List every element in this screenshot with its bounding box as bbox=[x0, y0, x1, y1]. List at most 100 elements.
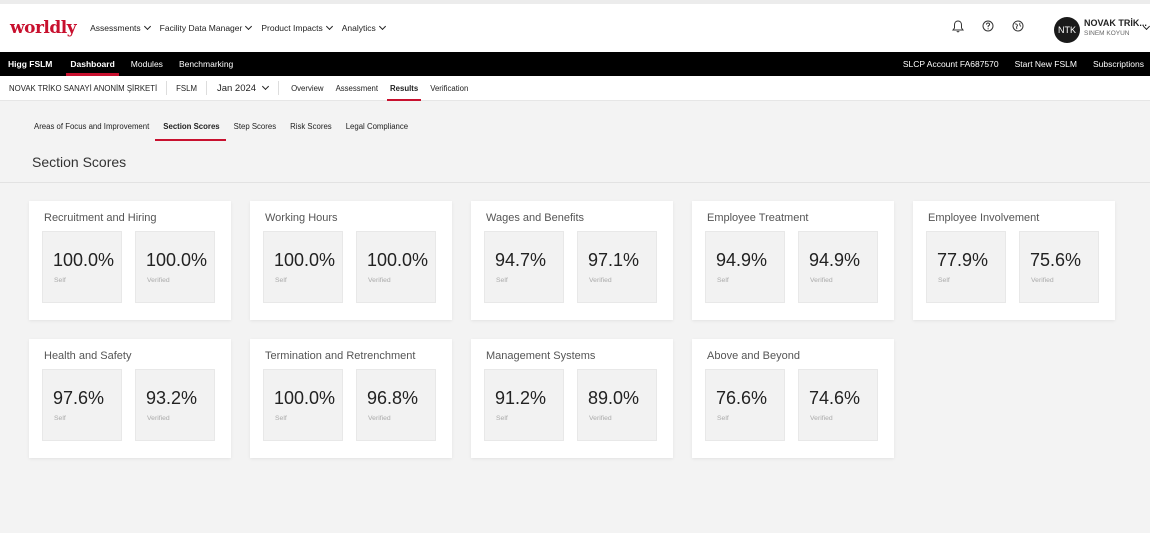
tab-risk-scores[interactable]: Risk Scores bbox=[290, 111, 332, 141]
verified-score-box: 100.0% Verified bbox=[356, 231, 436, 303]
top-header: worldly Assessments Facility Data Manage… bbox=[0, 0, 1150, 52]
worldly-logo[interactable]: worldly bbox=[10, 18, 77, 38]
nav-product-impacts[interactable]: Product Impacts bbox=[261, 22, 333, 33]
nav-analytics[interactable]: Analytics bbox=[341, 22, 386, 33]
slcp-account-link[interactable]: SLCP Account FA687570 bbox=[903, 59, 999, 69]
card-title: Working Hours bbox=[265, 212, 338, 224]
section-card-employee-treatment: Employee Treatment 94.9% Self 94.9% Verifi… bbox=[692, 201, 894, 320]
card-title: Termination and Retrenchment bbox=[265, 350, 416, 362]
verified-score-box: 75.6% Verified bbox=[1019, 231, 1099, 303]
self-score: 100.0% bbox=[274, 250, 336, 270]
self-label: Self bbox=[496, 277, 508, 284]
start-new-fslm-link[interactable]: Start New FSLM bbox=[1015, 59, 1077, 69]
tab-assessment[interactable]: Assessment bbox=[336, 76, 378, 101]
top-nav: Assessments Facility Data Manager Produc… bbox=[90, 22, 395, 33]
verified-score: 94.9% bbox=[809, 250, 861, 270]
tab-areas-of-focus[interactable]: Areas of Focus and Improvement bbox=[34, 111, 149, 141]
period-select[interactable]: Jan 2024 bbox=[207, 81, 280, 95]
self-score-box: 77.9% Self bbox=[926, 231, 1006, 303]
tab-verification[interactable]: Verification bbox=[430, 76, 468, 101]
section-card-above-beyond: Above and Beyond 76.6% Self 74.6% Verified bbox=[692, 339, 894, 458]
nav-label: Analytics bbox=[341, 23, 376, 33]
self-score: 94.7% bbox=[495, 250, 547, 270]
self-label: Self bbox=[496, 415, 508, 422]
self-label: Self bbox=[54, 415, 66, 422]
verified-score: 93.2% bbox=[146, 388, 198, 408]
card-title: Recruitment and Hiring bbox=[44, 212, 157, 224]
self-score-box: 100.0% Self bbox=[263, 231, 343, 303]
section-card-employee-involvement: Employee Involvement 77.9% Self 75.6% Veri… bbox=[913, 201, 1115, 320]
facility-tabs: Overview Assessment Results Verification bbox=[279, 76, 468, 101]
nav-assessments[interactable]: Assessments bbox=[90, 22, 151, 33]
verified-score-box: 100.0% Verified bbox=[135, 231, 215, 303]
user-menu[interactable]: NOVAK TRİK... SINEM KOYUN bbox=[1084, 18, 1147, 37]
chevron-down-icon bbox=[325, 22, 333, 31]
module-bar: Higg FSLM Dashboard Modules Benchmarking… bbox=[0, 52, 1150, 76]
divider bbox=[0, 182, 1150, 183]
nav-facility-data-manager[interactable]: Facility Data Manager bbox=[159, 22, 253, 33]
self-score-box: 100.0% Self bbox=[263, 369, 343, 441]
self-label: Self bbox=[54, 277, 66, 284]
self-score: 76.6% bbox=[716, 388, 768, 408]
globe-icon[interactable] bbox=[1010, 18, 1026, 34]
tab-step-scores[interactable]: Step Scores bbox=[234, 111, 276, 141]
self-score: 91.2% bbox=[495, 388, 547, 408]
card-title: Employee Treatment bbox=[707, 212, 809, 224]
facility-name: NOVAK TRİKO SANAYİ ANONİM ŞİRKETİ bbox=[9, 81, 168, 95]
tab-modules[interactable]: Modules bbox=[131, 52, 163, 76]
verified-score: 74.6% bbox=[809, 388, 861, 408]
bell-icon[interactable] bbox=[950, 18, 966, 34]
section-card-termination: Termination and Retrenchment 100.0% Self … bbox=[250, 339, 452, 458]
verified-label: Verified bbox=[1031, 277, 1054, 284]
verified-score: 75.6% bbox=[1030, 250, 1082, 270]
tab-benchmarking[interactable]: Benchmarking bbox=[179, 52, 233, 76]
self-label: Self bbox=[717, 415, 729, 422]
section-card-health-safety: Health and Safety 97.6% Self 93.2% Verifie… bbox=[29, 339, 231, 458]
verified-score-box: 94.9% Verified bbox=[798, 231, 878, 303]
module-bar-right: SLCP Account FA687570 Start New FSLM Sub… bbox=[887, 52, 1144, 76]
nav-label: Facility Data Manager bbox=[159, 23, 243, 33]
chevron-down-icon bbox=[245, 22, 253, 31]
self-score-box: 94.9% Self bbox=[705, 231, 785, 303]
card-title: Above and Beyond bbox=[707, 350, 800, 362]
verified-label: Verified bbox=[589, 415, 612, 422]
card-title: Health and Safety bbox=[44, 350, 132, 362]
self-score: 77.9% bbox=[937, 250, 989, 270]
tab-legal-compliance[interactable]: Legal Compliance bbox=[346, 111, 408, 141]
self-score-box: 76.6% Self bbox=[705, 369, 785, 441]
verified-score: 89.0% bbox=[588, 388, 640, 408]
chevron-down-icon bbox=[143, 22, 151, 31]
verified-label: Verified bbox=[368, 277, 391, 284]
verified-score: 100.0% bbox=[146, 250, 208, 270]
verified-score: 96.8% bbox=[367, 388, 419, 408]
verified-label: Verified bbox=[147, 415, 170, 422]
nav-label: Assessments bbox=[90, 23, 141, 33]
subscriptions-link[interactable]: Subscriptions bbox=[1093, 59, 1144, 69]
period-value: Jan 2024 bbox=[216, 82, 257, 94]
tab-dashboard[interactable]: Dashboard bbox=[66, 52, 120, 76]
card-title: Employee Involvement bbox=[928, 212, 1040, 224]
tab-results[interactable]: Results bbox=[387, 76, 422, 101]
self-score-box: 97.6% Self bbox=[42, 369, 122, 441]
user-subtitle: SINEM KOYUN bbox=[1084, 30, 1130, 37]
chevron-down-icon bbox=[262, 82, 270, 91]
user-name: NOVAK TRİK... bbox=[1084, 18, 1147, 28]
verified-score-box: 97.1% Verified bbox=[577, 231, 657, 303]
card-title: Wages and Benefits bbox=[486, 212, 585, 224]
section-card-wages: Wages and Benefits 94.7% Self 97.1% Verifi… bbox=[471, 201, 673, 320]
verified-score-box: 89.0% Verified bbox=[577, 369, 657, 441]
self-score-box: 100.0% Self bbox=[42, 231, 122, 303]
tab-overview[interactable]: Overview bbox=[291, 76, 324, 101]
verified-score-box: 74.6% Verified bbox=[798, 369, 878, 441]
module-brand[interactable]: Higg FSLM bbox=[8, 59, 52, 69]
verified-score: 100.0% bbox=[367, 250, 429, 270]
help-icon[interactable] bbox=[980, 18, 996, 34]
verified-label: Verified bbox=[810, 415, 833, 422]
module-name: FSLM bbox=[167, 81, 207, 95]
avatar[interactable]: NTK bbox=[1054, 17, 1080, 43]
verified-label: Verified bbox=[810, 277, 833, 284]
verified-score: 97.1% bbox=[588, 250, 640, 270]
results-subtabs: Areas of Focus and Improvement Section S… bbox=[0, 111, 1150, 141]
tab-section-scores[interactable]: Section Scores bbox=[155, 111, 227, 141]
nav-label: Product Impacts bbox=[261, 23, 323, 33]
